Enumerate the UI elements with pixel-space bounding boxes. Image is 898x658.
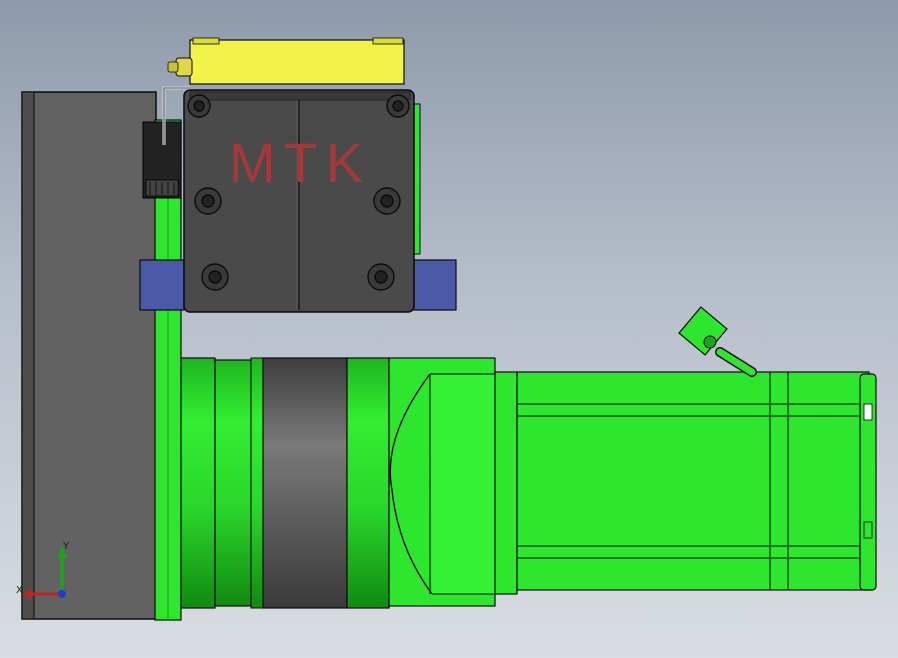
brand-label: MTK — [229, 131, 371, 194]
triad-x-label: X — [16, 585, 23, 596]
motor-cable-gland — [678, 306, 757, 377]
cad-model-view: MTK Y X — [16, 37, 877, 621]
mounting-plate — [21, 91, 157, 620]
motor-body — [494, 371, 877, 595]
triad-y-label: Y — [62, 541, 70, 552]
reducer-assembly — [180, 357, 496, 609]
cad-viewport[interactable]: MTK Y X — [0, 0, 898, 658]
gearbox-block: MTK — [183, 89, 421, 313]
connector-block — [142, 121, 182, 199]
